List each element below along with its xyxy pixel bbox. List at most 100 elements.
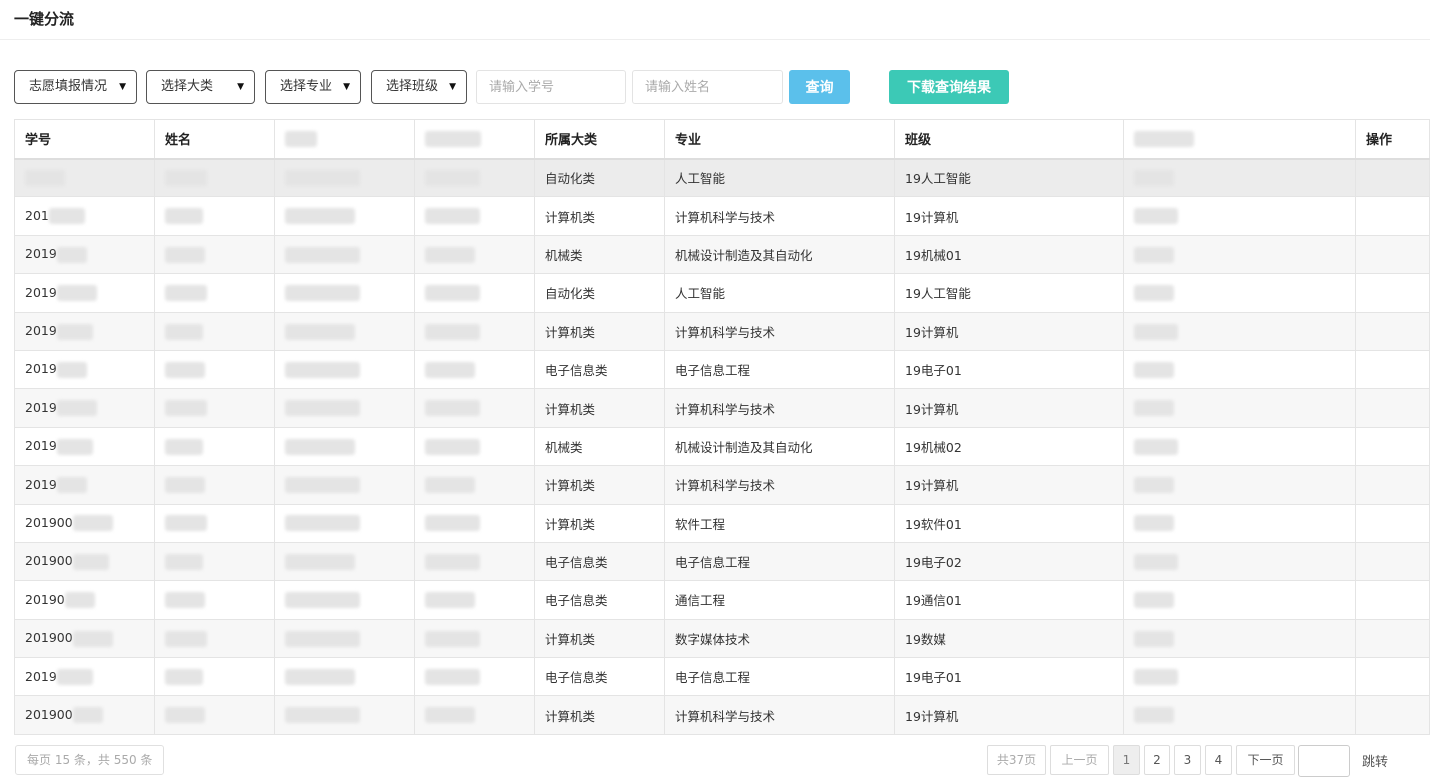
student-id-prefix: 20190 [25, 591, 65, 607]
cell-class: 19人工智能 [894, 157, 1124, 198]
page-button-3[interactable]: 3 [1174, 745, 1201, 775]
cell-redacted-1 [274, 426, 415, 467]
cell-category: 电子信息类 [534, 580, 665, 620]
name-input[interactable] [632, 70, 783, 104]
redacted-block [1134, 208, 1178, 225]
cell-student-id: 201900 [14, 618, 155, 659]
cell-category: 计算机类 [534, 196, 665, 236]
cell-category: 电子信息类 [534, 349, 665, 390]
redacted-block [285, 669, 355, 686]
cell-student-id: 201900 [14, 503, 155, 543]
cell-redacted-3 [1123, 503, 1356, 543]
redacted-block [56, 669, 93, 686]
redacted-block [425, 630, 480, 647]
redacted-block [1134, 477, 1174, 494]
cell-redacted-1 [274, 234, 415, 275]
cell-actions [1355, 311, 1430, 351]
redacted-block [1134, 285, 1174, 302]
class-value: 选择班级 [386, 79, 439, 94]
cell-student-id: 2019 [14, 657, 155, 697]
cell-class: 19计算机 [894, 388, 1124, 428]
redacted-block [285, 130, 317, 147]
cell-redacted-2 [414, 541, 535, 582]
student-id-prefix: 201900 [25, 514, 73, 530]
cell-redacted-3 [1123, 234, 1356, 275]
page-button-1[interactable]: 1 [1113, 745, 1140, 775]
query-button[interactable]: 查询 [789, 70, 850, 104]
cell-category: 电子信息类 [534, 657, 665, 697]
category-select[interactable]: 选择大类 ▼ [146, 70, 255, 104]
class-select[interactable]: 选择班级 ▼ [371, 70, 467, 104]
cell-redacted-3 [1123, 618, 1356, 659]
cell-category: 机械类 [534, 426, 665, 467]
table-row: 2019 计算机类 计算机科学与技术 19计算机 [14, 465, 1430, 505]
cell-actions [1355, 541, 1430, 582]
cell-category: 电子信息类 [534, 541, 665, 582]
cell-major: 电子信息工程 [664, 349, 895, 390]
cell-major: 人工智能 [664, 157, 895, 198]
student-id-input[interactable] [476, 70, 626, 104]
cell-student-id: 2019 [14, 349, 155, 390]
student-id-prefix: 2019 [25, 361, 57, 377]
cell-student-id: 201900 [14, 541, 155, 582]
cell-class: 19计算机 [894, 311, 1124, 351]
header-redacted-1 [274, 119, 415, 159]
category-value: 选择大类 [161, 79, 214, 94]
redacted-block [165, 669, 203, 686]
redacted-block [72, 707, 103, 724]
table-row: 201900 计算机类 软件工程 19软件01 [14, 503, 1430, 543]
redacted-block [1134, 669, 1178, 686]
cell-class: 19计算机 [894, 465, 1124, 505]
cell-category: 计算机类 [534, 503, 665, 543]
page-button-4[interactable]: 4 [1205, 745, 1232, 775]
cell-student-id [14, 157, 155, 198]
table-row: 2019 电子信息类 电子信息工程 19电子01 [14, 657, 1430, 697]
cell-redacted-1 [274, 465, 415, 505]
next-page-button[interactable]: 下一页 [1236, 745, 1295, 775]
header-student-id: 学号 [14, 119, 155, 159]
table-row: 201 计算机类 计算机科学与技术 19计算机 [14, 196, 1430, 236]
pagination-bar: 每页 15 条，共 550 条 共37页 上一页 1 2 3 4 下一页 跳转 [0, 745, 1430, 777]
cell-class: 19计算机 [894, 695, 1124, 735]
cell-actions [1355, 388, 1430, 428]
redacted-block [285, 515, 360, 532]
cell-redacted-2 [414, 503, 535, 543]
redacted-block [285, 707, 360, 724]
redacted-block [1134, 515, 1174, 532]
redacted-block [165, 400, 207, 417]
download-results-button[interactable]: 下载查询结果 [889, 70, 1009, 104]
redacted-block [1134, 553, 1178, 570]
cell-category: 计算机类 [534, 311, 665, 351]
redacted-block [165, 246, 205, 263]
redacted-block [165, 515, 207, 532]
cell-name [154, 465, 275, 505]
page-jump-input[interactable] [1298, 745, 1350, 777]
table-row: 2019 机械类 机械设计制造及其自动化 19机械01 [14, 234, 1430, 275]
caret-down-icon: ▼ [119, 82, 126, 92]
page-button-2[interactable]: 2 [1144, 745, 1170, 775]
redacted-block [72, 553, 109, 570]
redacted-block [285, 592, 360, 609]
table-header-row: 学号 姓名 所属大类 专业 班级 操作 [14, 119, 1430, 159]
cell-name [154, 388, 275, 428]
cell-redacted-1 [274, 273, 415, 313]
cell-class: 19机械01 [894, 234, 1124, 275]
jump-button[interactable]: 跳转 [1362, 751, 1388, 770]
total-pages: 共37页 [987, 745, 1046, 775]
cell-name [154, 349, 275, 390]
cell-actions [1355, 196, 1430, 236]
cell-actions [1355, 234, 1430, 275]
redacted-block [285, 361, 360, 378]
prev-page-button[interactable]: 上一页 [1050, 745, 1109, 775]
volunteer-status-select[interactable]: 志愿填报情况 ▼ [14, 70, 137, 104]
redacted-block [425, 669, 480, 686]
cell-student-id: 2019 [14, 426, 155, 467]
cell-category: 自动化类 [534, 273, 665, 313]
cell-redacted-2 [414, 234, 535, 275]
cell-redacted-2 [414, 657, 535, 697]
major-select[interactable]: 选择专业 ▼ [265, 70, 361, 104]
cell-redacted-1 [274, 349, 415, 390]
cell-redacted-3 [1123, 388, 1356, 428]
redacted-block [1134, 630, 1174, 647]
redacted-block [165, 592, 205, 609]
